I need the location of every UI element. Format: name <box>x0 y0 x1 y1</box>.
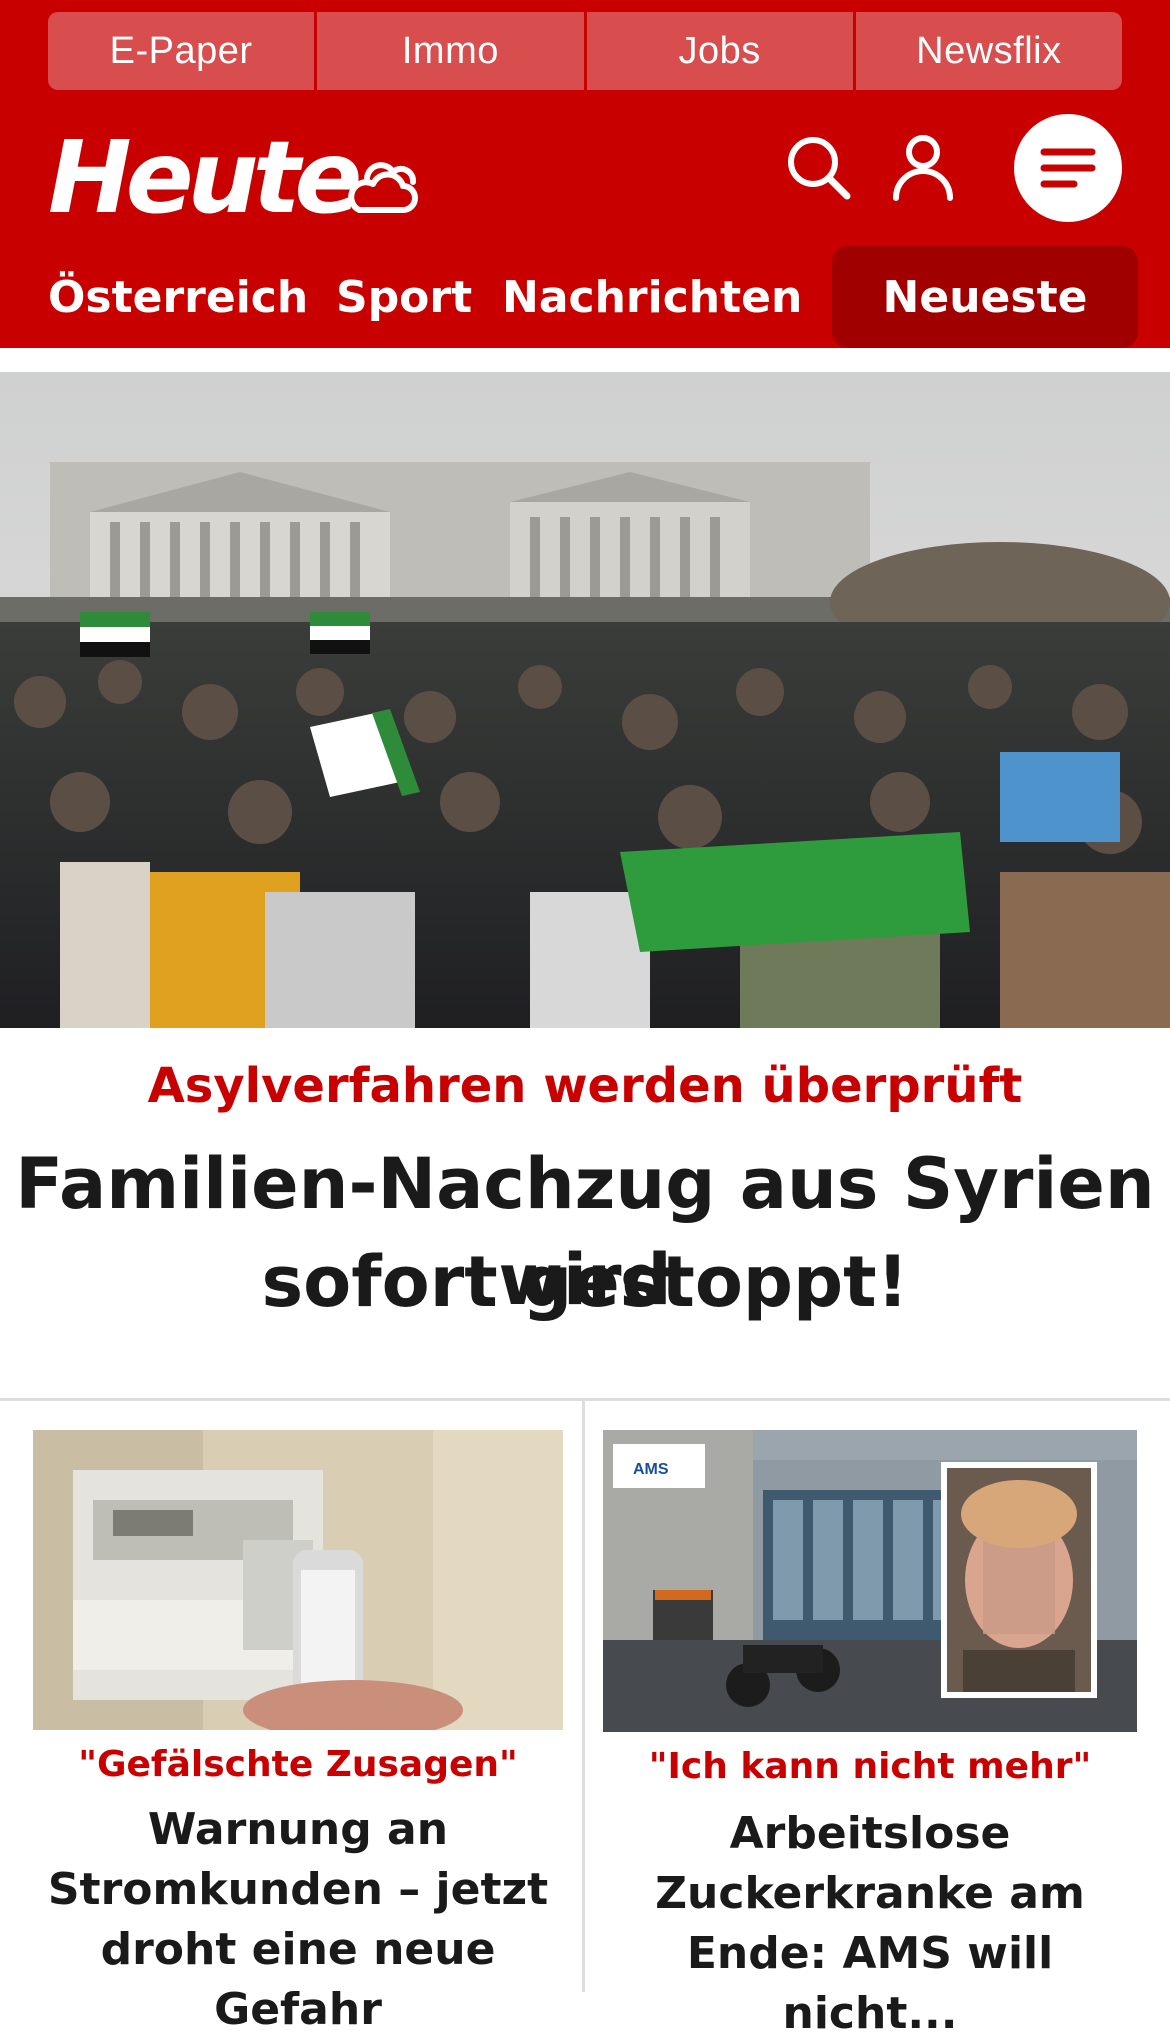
nav-item-oesterreich[interactable]: Österreich <box>48 246 308 348</box>
card-image-electricity-meter[interactable] <box>33 1430 563 1730</box>
lead-article-image[interactable] <box>0 372 1170 1028</box>
column-divider <box>582 1400 585 1992</box>
heute-logo[interactable]: Heute <box>48 118 362 238</box>
nav-item-neueste[interactable]: Neueste <box>832 246 1138 348</box>
card1-kicker[interactable]: "Gefälschte Zusagen" <box>33 1744 563 1785</box>
user-icon[interactable] <box>888 132 958 202</box>
topbar-link-epaper[interactable]: E-Paper <box>48 12 315 90</box>
menu-button[interactable] <box>1014 114 1122 222</box>
search-icon[interactable] <box>783 132 853 202</box>
card1-title-line1[interactable]: Warnung an <box>33 1800 563 1860</box>
ams-photo: AMS <box>603 1430 1137 1732</box>
nav-item-nachrichten[interactable]: Nachrichten <box>502 246 802 348</box>
lead-photo-crowd <box>0 372 1170 1028</box>
meter-photo <box>33 1430 563 1730</box>
topbar-link-jobs[interactable]: Jobs <box>586 12 853 90</box>
card2-title-line1[interactable]: Arbeitslose <box>603 1804 1137 1864</box>
card1-title-line3[interactable]: droht eine neue Gefahr <box>33 1920 563 2040</box>
site-header: E-Paper Immo Jobs Newsflix Heute Österre… <box>0 0 1170 348</box>
topbar-link-newsflix[interactable]: Newsflix <box>855 12 1122 90</box>
nav-item-sport[interactable]: Sport <box>336 246 472 348</box>
card-image-ams-office[interactable]: AMS <box>603 1430 1137 1732</box>
cloud-weather-icon[interactable] <box>345 148 425 218</box>
lead-kicker[interactable]: Asylverfahren werden überprüft <box>0 1056 1170 1116</box>
card2-title-line3[interactable]: Ende: AMS will nicht... <box>603 1924 1137 2044</box>
card2-title-line2[interactable]: Zuckerkranke am <box>603 1864 1137 1924</box>
card2-kicker[interactable]: "Ich kann nicht mehr" <box>603 1746 1137 1787</box>
card1-title-line2[interactable]: Stromkunden – jetzt <box>33 1860 563 1920</box>
lead-headline-line2[interactable]: sofort gestoppt! <box>0 1234 1170 1330</box>
menu-icon <box>1040 148 1096 188</box>
section-divider <box>0 1398 1170 1401</box>
ams-sign-text: AMS <box>633 1461 669 1478</box>
category-nav: Österreich Sport Nachrichten Neueste <box>0 246 1170 348</box>
topbar-link-immo[interactable]: Immo <box>317 12 584 90</box>
top-links-bar: E-Paper Immo Jobs Newsflix <box>48 12 1122 90</box>
